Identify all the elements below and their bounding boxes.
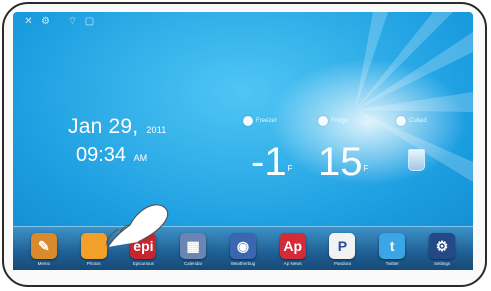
close-icon[interactable]: ✕ <box>23 16 34 27</box>
calendar-icon[interactable]: ▦ <box>180 233 207 259</box>
status-bar: ✕ ⚙ ⌔ ▢ <box>23 16 95 27</box>
fridge-label: Fridge <box>318 116 348 126</box>
app-label: Epicurious <box>132 261 154 266</box>
settings-icon[interactable]: ⚙ <box>429 233 455 259</box>
fridge-temp: 15F <box>318 140 368 185</box>
freezer-label: Freezer <box>243 116 277 126</box>
fridge-icon <box>318 116 328 126</box>
app-pandora[interactable]: P Pandora <box>322 227 362 266</box>
pandora-icon[interactable]: P <box>329 233 356 259</box>
app-settings[interactable]: ⚙ Settings <box>422 227 462 266</box>
app-memo[interactable]: ✎ Memo <box>24 227 64 266</box>
app-label: Photos <box>86 261 101 266</box>
weatherbug-icon[interactable]: ◉ <box>229 233 256 259</box>
memo-icon[interactable]: ✎ <box>30 233 57 259</box>
cubed-label-text: Cubed <box>409 118 427 124</box>
time-text: 09:34 <box>76 144 127 166</box>
cubed-icon <box>396 116 406 126</box>
pointing-hand-icon <box>106 204 169 248</box>
app-dock: ✎ Memo Photos epi Epicurious ▦ Calendar ◉ Weathe… <box>13 226 473 270</box>
freezer-icon <box>243 116 253 126</box>
ice-bin-icon <box>408 149 425 171</box>
fridge-temp-value: 15 <box>318 140 363 184</box>
app-label: Memo <box>37 261 51 266</box>
app-weatherbug[interactable]: ◉ Weatherbug <box>223 227 263 266</box>
date-display: Jan 29, 2011 <box>68 115 167 139</box>
time-ampm: AM <box>133 153 148 163</box>
settings-icon[interactable]: ⚙ <box>40 16 51 27</box>
ap-news-icon[interactable]: Ap <box>279 233 306 259</box>
fridge-label-text: Fridge <box>331 118 349 124</box>
freezer-temp-value: -1 <box>251 140 287 184</box>
app-label: Twitter <box>385 261 399 266</box>
app-label: Weatherbug <box>230 261 256 266</box>
wifi-icon: ⌔ <box>67 16 78 27</box>
freezer-temp: -1F <box>251 140 292 185</box>
app-ap-news[interactable]: Ap Ap News <box>273 227 313 266</box>
fridge-temp-unit: F <box>363 164 369 173</box>
app-calendar[interactable]: ▦ Calendar <box>173 227 213 266</box>
freezer-temp-unit: F <box>287 164 293 173</box>
date-text: Jan 29, <box>68 115 139 138</box>
app-label: Calendar <box>184 261 203 266</box>
cubed-label: Cubed <box>396 116 427 126</box>
date-year: 2011 <box>146 125 167 135</box>
freezer-label-text: Freezer <box>256 118 277 124</box>
twitter-icon[interactable]: t <box>379 233 406 259</box>
app-label: Ap News <box>283 261 302 266</box>
time-display: 09:34 AM <box>76 144 147 167</box>
lock-icon: ▢ <box>84 16 95 27</box>
app-label: Pandora <box>333 261 351 266</box>
app-twitter[interactable]: t Twitter <box>372 227 412 266</box>
app-label: Settings <box>433 261 451 266</box>
